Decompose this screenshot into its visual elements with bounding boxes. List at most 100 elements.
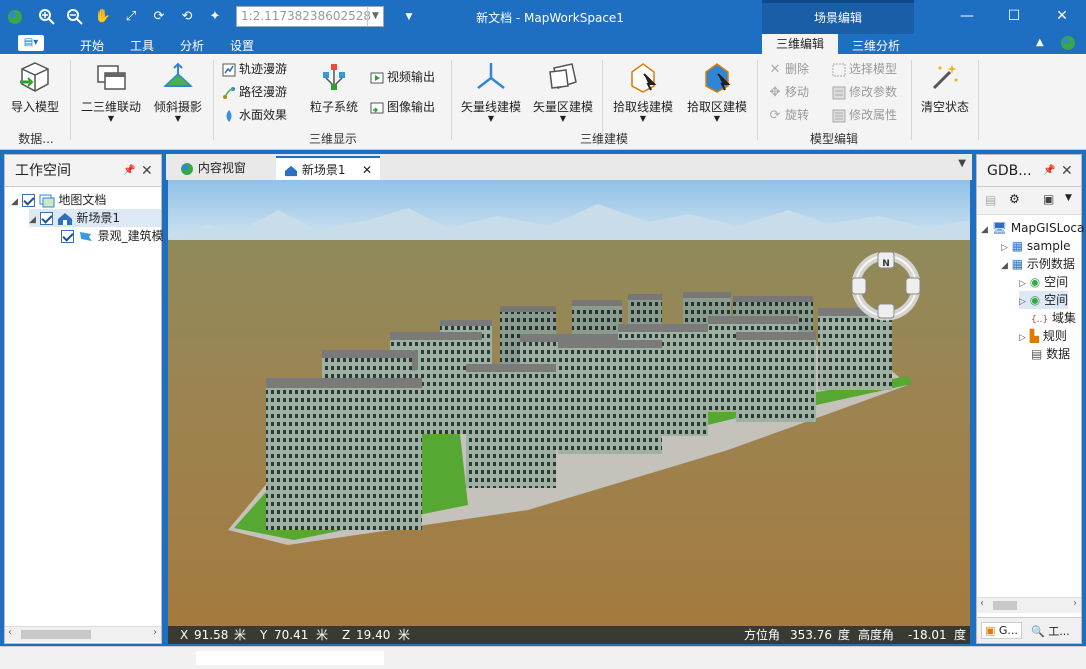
close-button[interactable]: ✕ xyxy=(1050,8,1074,24)
tree-item-example-data[interactable]: ◢ ▦ 示例数据 xyxy=(1001,255,1075,273)
zoom-in-icon[interactable] xyxy=(36,6,58,28)
move-label: 移动 xyxy=(785,85,810,99)
oblique-label: 倾斜摄影 xyxy=(153,100,202,114)
horizontal-scrollbar[interactable]: ‹ › xyxy=(977,597,1081,613)
close-panel-button[interactable]: ✕ xyxy=(1061,155,1073,187)
zoom-out-icon[interactable] xyxy=(64,6,86,28)
pin-icon[interactable]: 📌 xyxy=(1043,155,1055,187)
video-icon xyxy=(370,71,384,85)
horizontal-scrollbar[interactable]: ‹ › xyxy=(5,626,161,642)
tree-item-rules[interactable]: ▷ ▙ 规则 xyxy=(1019,327,1067,345)
quick-access-dropdown-icon[interactable]: ▼ xyxy=(398,6,420,28)
tab-3d-analysis[interactable]: 三维分析 xyxy=(852,37,900,54)
gdb-panel-title: GDB... xyxy=(987,163,1032,179)
full-extent-icon[interactable]: ⤢ xyxy=(120,6,142,28)
expand-arrow-icon[interactable]: ▷ xyxy=(1019,333,1026,343)
rotate-label: 旋转 xyxy=(785,108,810,122)
chevron-down-icon[interactable]: ▼ xyxy=(367,7,383,26)
tab-list-dropdown-icon[interactable]: ▼ xyxy=(958,158,966,169)
expand-arrow-icon[interactable]: ▷ xyxy=(1001,243,1008,253)
scene-house-icon xyxy=(57,211,73,225)
maximize-button[interactable]: ☐ xyxy=(1002,8,1026,24)
link-2d3d-label: 二三维联动 xyxy=(80,100,141,114)
tree-label: 新场景1 xyxy=(76,211,121,225)
tab-scene-1[interactable]: 新场景1 ✕ xyxy=(276,156,380,180)
tree-item-spatial-2[interactable]: ▷ ◉ 空间 xyxy=(1019,291,1069,309)
oblique-photography-button[interactable]: 倾斜摄影 ▼ xyxy=(150,60,206,123)
tab-3d-edit[interactable]: 三维编辑 xyxy=(762,34,838,54)
image-output-button[interactable]: 图像输出 xyxy=(370,98,435,118)
collapse-arrow-icon[interactable]: ◢ xyxy=(981,225,988,235)
collapse-arrow-icon[interactable]: ◢ xyxy=(11,197,18,207)
tab-tools[interactable]: 🔍 工... xyxy=(1031,623,1070,639)
select-model-button[interactable]: 选择模型 xyxy=(832,60,897,80)
path-roam-button[interactable]: 路径漫游 xyxy=(222,83,287,103)
scroll-thumb[interactable] xyxy=(21,630,91,639)
tree-item-scene[interactable]: ◢ 新场景1 xyxy=(29,209,161,227)
video-output-button[interactable]: 视频输出 xyxy=(370,68,435,88)
tree-item-mapgis-local[interactable]: ◢ 🖥 MapGISLoca xyxy=(981,219,1084,237)
move-button[interactable]: ✥ 移动 xyxy=(768,83,809,103)
tab-gdb[interactable]: ▣ G... xyxy=(981,622,1022,639)
rotate-view-icon[interactable]: ⟲ xyxy=(176,6,198,28)
close-panel-button[interactable]: ✕ xyxy=(141,155,153,187)
scene-3d-viewport[interactable]: N xyxy=(168,180,970,626)
import-model-button[interactable]: 导入模型 xyxy=(6,60,64,115)
file-menu-button[interactable]: ▤▾ xyxy=(18,35,44,51)
collapse-arrow-icon[interactable]: ◢ xyxy=(1001,261,1008,271)
chevron-down-icon[interactable]: ▼ xyxy=(1065,193,1072,203)
settings-icon[interactable]: ▣ xyxy=(1043,192,1054,206)
tab-start[interactable]: 开始 xyxy=(80,37,104,54)
modify-params-button[interactable]: 修改参数 xyxy=(832,83,897,103)
pan-hand-icon[interactable]: ✋ xyxy=(92,6,114,28)
scroll-left-icon[interactable]: ‹ xyxy=(980,598,984,609)
expand-arrow-icon[interactable]: ▷ xyxy=(1019,279,1026,289)
vector-area-build-button[interactable]: 矢量区建模 ▼ xyxy=(530,60,596,123)
azimuth-label: 方位角 xyxy=(744,628,781,642)
help-globe-icon[interactable] xyxy=(1060,35,1076,54)
pick-area-build-button[interactable]: 拾取区建模 ▼ xyxy=(684,60,750,123)
connect-icon[interactable]: ▤ xyxy=(985,193,996,207)
tree-item-data[interactable]: ▤ 数据 xyxy=(1031,345,1070,363)
tree-item-map-document[interactable]: ◢ 地图文档 xyxy=(11,191,106,209)
scroll-right-icon[interactable]: › xyxy=(153,627,157,638)
track-roam-button[interactable]: 轨迹漫游 xyxy=(222,60,287,80)
move-arrows-icon: ✥ xyxy=(769,84,781,100)
tree-item-spatial-1[interactable]: ▷ ◉ 空间 xyxy=(1019,273,1068,291)
select-model-label: 选择模型 xyxy=(849,62,898,76)
tree-item-sample[interactable]: ▷ ▦ sample xyxy=(1001,237,1071,255)
scroll-right-icon[interactable]: › xyxy=(1073,598,1077,609)
tab-tools[interactable]: 工具 xyxy=(130,37,154,54)
scroll-thumb[interactable] xyxy=(993,601,1017,610)
delete-button[interactable]: ✕ 删除 xyxy=(768,60,809,80)
refresh-icon[interactable]: ⟳ xyxy=(148,6,170,28)
scale-combobox[interactable]: 1:2.11738238602528 ▼ xyxy=(236,6,384,27)
tab-settings[interactable]: 设置 xyxy=(230,37,254,54)
collapse-ribbon-icon[interactable]: ▲ xyxy=(1036,37,1044,48)
link-2d3d-button[interactable]: 二三维联动 ▼ xyxy=(78,60,144,123)
app-globe-icon[interactable] xyxy=(4,6,26,28)
tree-item-domain-set[interactable]: {..} 域集 xyxy=(1031,309,1076,327)
magic-wand-icon[interactable]: ✦ xyxy=(204,6,226,28)
scroll-left-icon[interactable]: ‹ xyxy=(8,627,12,638)
tree-item-layer[interactable]: 景观_建筑模 xyxy=(61,227,164,245)
vector-line-build-button[interactable]: 矢量线建模 ▼ xyxy=(458,60,524,123)
rotate-button[interactable]: ⟳ 旋转 xyxy=(768,106,809,126)
checkbox[interactable] xyxy=(61,230,74,243)
clear-state-button[interactable]: 清空状态 xyxy=(918,60,972,115)
collapse-arrow-icon[interactable]: ◢ xyxy=(29,215,36,225)
checkbox[interactable] xyxy=(39,212,53,225)
tab-analysis[interactable]: 分析 xyxy=(180,37,204,54)
checkbox[interactable] xyxy=(21,194,35,207)
expand-arrow-icon[interactable]: ▷ xyxy=(1019,297,1026,307)
close-tab-icon[interactable]: ✕ xyxy=(362,158,372,182)
tab-content-view[interactable]: 内容视窗 xyxy=(172,156,254,180)
pick-line-build-button[interactable]: 拾取线建模 ▼ xyxy=(610,60,676,123)
particle-system-button[interactable]: 粒子系统 xyxy=(306,60,362,115)
workspace-panel-title: 工作空间 xyxy=(15,163,71,179)
minimize-button[interactable]: — xyxy=(955,8,979,24)
server-icon[interactable]: ⚙ xyxy=(1009,192,1020,206)
pin-icon[interactable]: 📌 xyxy=(123,155,135,187)
modify-attrs-button[interactable]: 修改属性 xyxy=(832,106,897,126)
water-effect-button[interactable]: 水面效果 xyxy=(222,106,287,126)
